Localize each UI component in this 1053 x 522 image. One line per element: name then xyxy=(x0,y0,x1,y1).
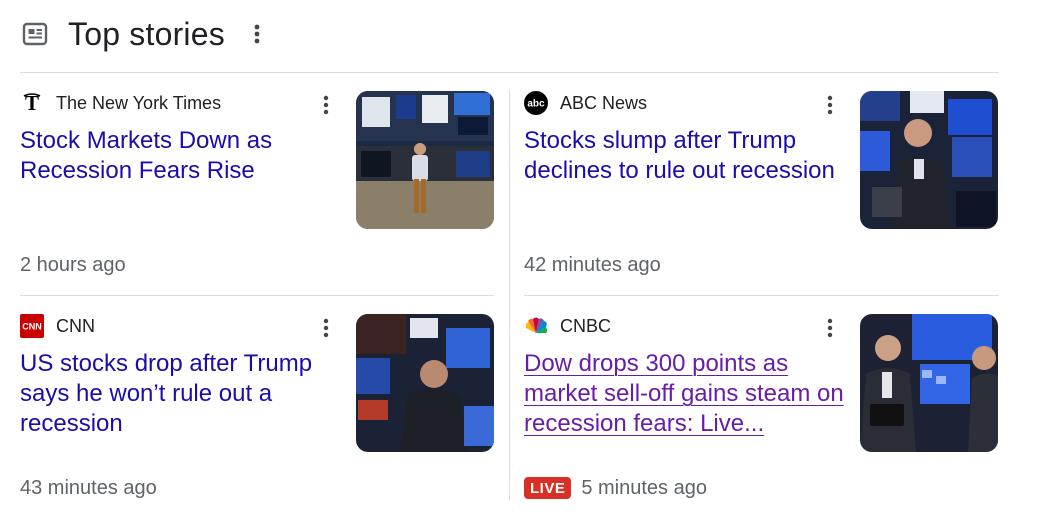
trader-blurred-thumbnail[interactable] xyxy=(356,314,494,452)
source-name: ABC News xyxy=(560,92,648,113)
cnn-logo-icon: CNN xyxy=(20,314,44,338)
more-vertical-icon[interactable] xyxy=(316,317,336,339)
trader-with-tablet-thumbnail[interactable] xyxy=(860,314,998,452)
story-source: abc ABC News xyxy=(524,91,648,115)
trader-at-screens-thumbnail[interactable] xyxy=(860,91,998,229)
story-card[interactable]: CNN CNN US stocks drop after Trump says … xyxy=(20,313,494,513)
more-vertical-icon[interactable] xyxy=(820,317,840,339)
story-meta: 43 minutes ago xyxy=(20,475,157,501)
cnbc-peacock-logo-icon xyxy=(524,314,548,338)
more-vertical-icon[interactable] xyxy=(247,19,267,49)
newspaper-icon xyxy=(20,19,50,49)
story-meta: 42 minutes ago xyxy=(524,252,661,278)
top-stories-header: Top stories xyxy=(20,14,267,54)
column-divider xyxy=(509,90,510,500)
source-name: The New York Times xyxy=(56,92,222,113)
abc-logo-icon: abc xyxy=(524,91,548,115)
story-card[interactable]: T The New York Times Stock Markets Down … xyxy=(20,90,494,290)
story-source: CNN CNN xyxy=(20,314,95,338)
story-headline-link[interactable]: Dow drops 300 points as market sell-off … xyxy=(524,349,852,439)
section-title: Top stories xyxy=(68,16,225,52)
story-time: 43 minutes ago xyxy=(20,476,157,499)
story-card[interactable]: CNBC Dow drops 300 points as market sell… xyxy=(524,313,998,513)
row-divider-right xyxy=(524,295,999,296)
story-source: CNBC xyxy=(524,315,611,337)
story-headline-link[interactable]: Stocks slump after Trump declines to rul… xyxy=(524,126,852,186)
header-divider xyxy=(20,72,999,73)
story-headline-link[interactable]: Stock Markets Down as Recession Fears Ri… xyxy=(20,126,348,186)
source-name: CNBC xyxy=(560,315,612,336)
more-vertical-icon[interactable] xyxy=(820,94,840,116)
more-vertical-icon[interactable] xyxy=(316,94,336,116)
live-badge: LIVE xyxy=(524,477,572,499)
story-time: 42 minutes ago xyxy=(524,253,661,276)
trader-on-floor-thumbnail[interactable] xyxy=(356,91,494,229)
svg-text:CNN: CNN xyxy=(22,322,42,332)
nyt-logo-icon: T xyxy=(20,91,44,115)
story-time: 2 hours ago xyxy=(20,253,126,276)
story-source: T The New York Times xyxy=(20,92,221,114)
svg-text:abc: abc xyxy=(527,99,545,110)
story-headline-link[interactable]: US stocks drop after Trump says he won’t… xyxy=(20,349,348,439)
story-time: 5 minutes ago xyxy=(581,476,707,499)
source-name: CNN xyxy=(56,315,95,336)
row-divider-left xyxy=(20,295,494,296)
story-meta: LIVE 5 minutes ago xyxy=(524,475,707,501)
story-meta: 2 hours ago xyxy=(20,252,126,278)
story-card[interactable]: abc ABC News Stocks slump after Trump de… xyxy=(524,90,998,290)
